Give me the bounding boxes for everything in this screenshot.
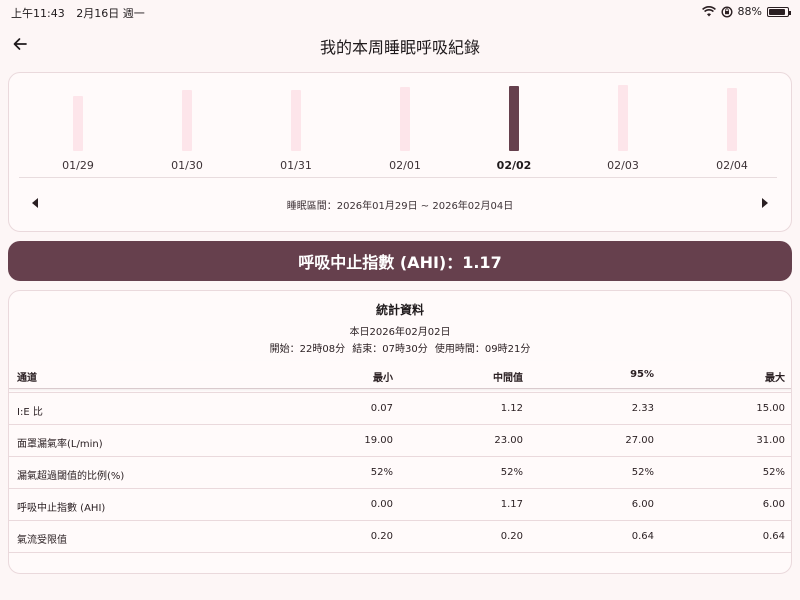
- row-cell-value: 0.20: [370, 531, 393, 542]
- day-bar-02-02[interactable]: [509, 86, 519, 151]
- row-cell-value: 0.64: [762, 531, 785, 542]
- column-header-min: 最小: [373, 373, 393, 384]
- caret-right-icon: [762, 198, 768, 208]
- status-left: 上午11:43 2月16日 週一: [11, 5, 153, 21]
- stats-start: 開始：22時08分: [269, 344, 346, 355]
- day-bar-02-04[interactable]: [727, 88, 737, 151]
- day-bar-02-01[interactable]: [400, 87, 410, 151]
- row-channel-name: I:E 比: [17, 407, 43, 418]
- day-label-01-29[interactable]: 01/29: [48, 159, 108, 172]
- battery-percent: 88%: [737, 5, 762, 18]
- stats-times: 開始：22時08分 結束：07時30分 使用時間：09時21分: [9, 340, 791, 355]
- day-label-01-31[interactable]: 01/31: [266, 159, 326, 172]
- stats-card: 統計資料 本日2026年02月02日 開始：22時08分 結束：07時30分 使…: [8, 290, 792, 574]
- row-cell-value: 1.17: [500, 499, 523, 510]
- column-header-median: 中間值: [493, 373, 523, 384]
- day-bar-01-29[interactable]: [73, 96, 83, 151]
- row-channel-name: 氣流受限值: [17, 535, 67, 546]
- day-label-02-02[interactable]: 02/02: [484, 159, 544, 172]
- ahi-banner: 呼吸中止指數 (AHI)：1.17: [8, 241, 792, 281]
- day-bar-01-31[interactable]: [291, 90, 301, 151]
- row-cell-value: 6.00: [762, 499, 785, 510]
- stats-date: 本日2026年02月02日: [349, 327, 451, 338]
- row-cell-value: 1.12: [500, 403, 523, 414]
- table-row: 漏氣超過閾值的比例(%) 52% 52% 52% 52%: [9, 457, 791, 489]
- wifi-icon: [701, 6, 716, 17]
- column-header-95: 95%: [630, 369, 654, 380]
- next-week-button[interactable]: [757, 195, 773, 211]
- stats-table-body[interactable]: 吐氣時間(s)0.201.003.4010.00I:E 比0.071.122.3…: [9, 375, 791, 573]
- day-bar-01-30[interactable]: [182, 90, 192, 151]
- row-cell-value: 52%: [762, 467, 785, 478]
- status-date: 2月16日 週一: [76, 7, 145, 20]
- row-channel-name: 漏氣超過閾值的比例(%): [17, 471, 125, 482]
- status-time: 上午11:43: [11, 7, 65, 20]
- ahi-banner-text: 呼吸中止指數 (AHI)：1.17: [298, 253, 502, 272]
- day-label-01-30[interactable]: 01/30: [157, 159, 217, 172]
- week-bar-chart: 01/29 01/30 01/31 02/01 02/02 02/03 02/04: [9, 73, 793, 173]
- row-cell-value: 27.00: [625, 435, 654, 446]
- stats-usage: 使用時間：09時21分: [434, 344, 531, 355]
- row-cell-value: 6.00: [631, 499, 654, 510]
- row-cell-value: 0.07: [370, 403, 393, 414]
- row-channel-name: 面罩漏氣率(L/min): [17, 439, 103, 450]
- row-cell-value: 52%: [370, 467, 393, 478]
- day-label-02-04[interactable]: 02/04: [702, 159, 762, 172]
- day-bar-02-03[interactable]: [618, 85, 628, 151]
- table-row: 面罩漏氣率(L/min) 19.00 23.00 27.00 31.00: [9, 425, 791, 457]
- row-cell-value: 23.00: [494, 435, 523, 446]
- row-cell-value: 52%: [500, 467, 523, 478]
- stats-title: 統計資料: [375, 303, 424, 317]
- day-label-02-01[interactable]: 02/01: [375, 159, 435, 172]
- week-chart-card: 01/29 01/30 01/31 02/01 02/02 02/03 02/04 睡眠區間…: [8, 72, 792, 232]
- status-bar: 上午11:43 2月16日 週一 88%: [0, 0, 800, 24]
- sleep-range-text: 睡眠區間：2026年01月29日 ~ 2026年02月04日: [286, 201, 514, 212]
- chart-divider: [19, 177, 777, 178]
- app-bar: 我的本周睡眠呼吸紀錄: [0, 24, 800, 64]
- stats-end: 結束：07時30分: [352, 344, 428, 355]
- row-cell-value: 19.00: [364, 435, 393, 446]
- table-row: 氣流受限值 0.20 0.20 0.64 0.64: [9, 521, 791, 553]
- battery-icon: [767, 6, 791, 17]
- page-title: 我的本周睡眠呼吸紀錄: [319, 38, 480, 57]
- table-row: I:E 比 0.07 1.12 2.33 15.00: [9, 393, 791, 425]
- row-cell-value: 15.00: [756, 403, 785, 414]
- row-cell-value: 0.20: [500, 531, 523, 542]
- row-cell-value: 2.33: [631, 403, 654, 414]
- row-cell-value: 0.64: [631, 531, 654, 542]
- rotation-lock-icon: [721, 5, 733, 18]
- battery-fill: [769, 8, 785, 15]
- status-right: 88%: [701, 5, 791, 18]
- row-cell-value: 52%: [631, 467, 654, 478]
- row-channel-name: 呼吸中止指數 (AHI): [17, 503, 106, 514]
- column-header-max: 最大: [765, 373, 785, 384]
- row-cell-value: 0.00: [370, 499, 393, 510]
- row-cell-value: 31.00: [756, 435, 785, 446]
- stats-table-header: 通道 最小 中間值 95% 最大: [9, 361, 791, 389]
- column-header-channel: 通道: [17, 373, 37, 384]
- table-row: 呼吸中止指數 (AHI) 0.00 1.17 6.00 6.00: [9, 489, 791, 521]
- day-label-02-03[interactable]: 02/03: [593, 159, 653, 172]
